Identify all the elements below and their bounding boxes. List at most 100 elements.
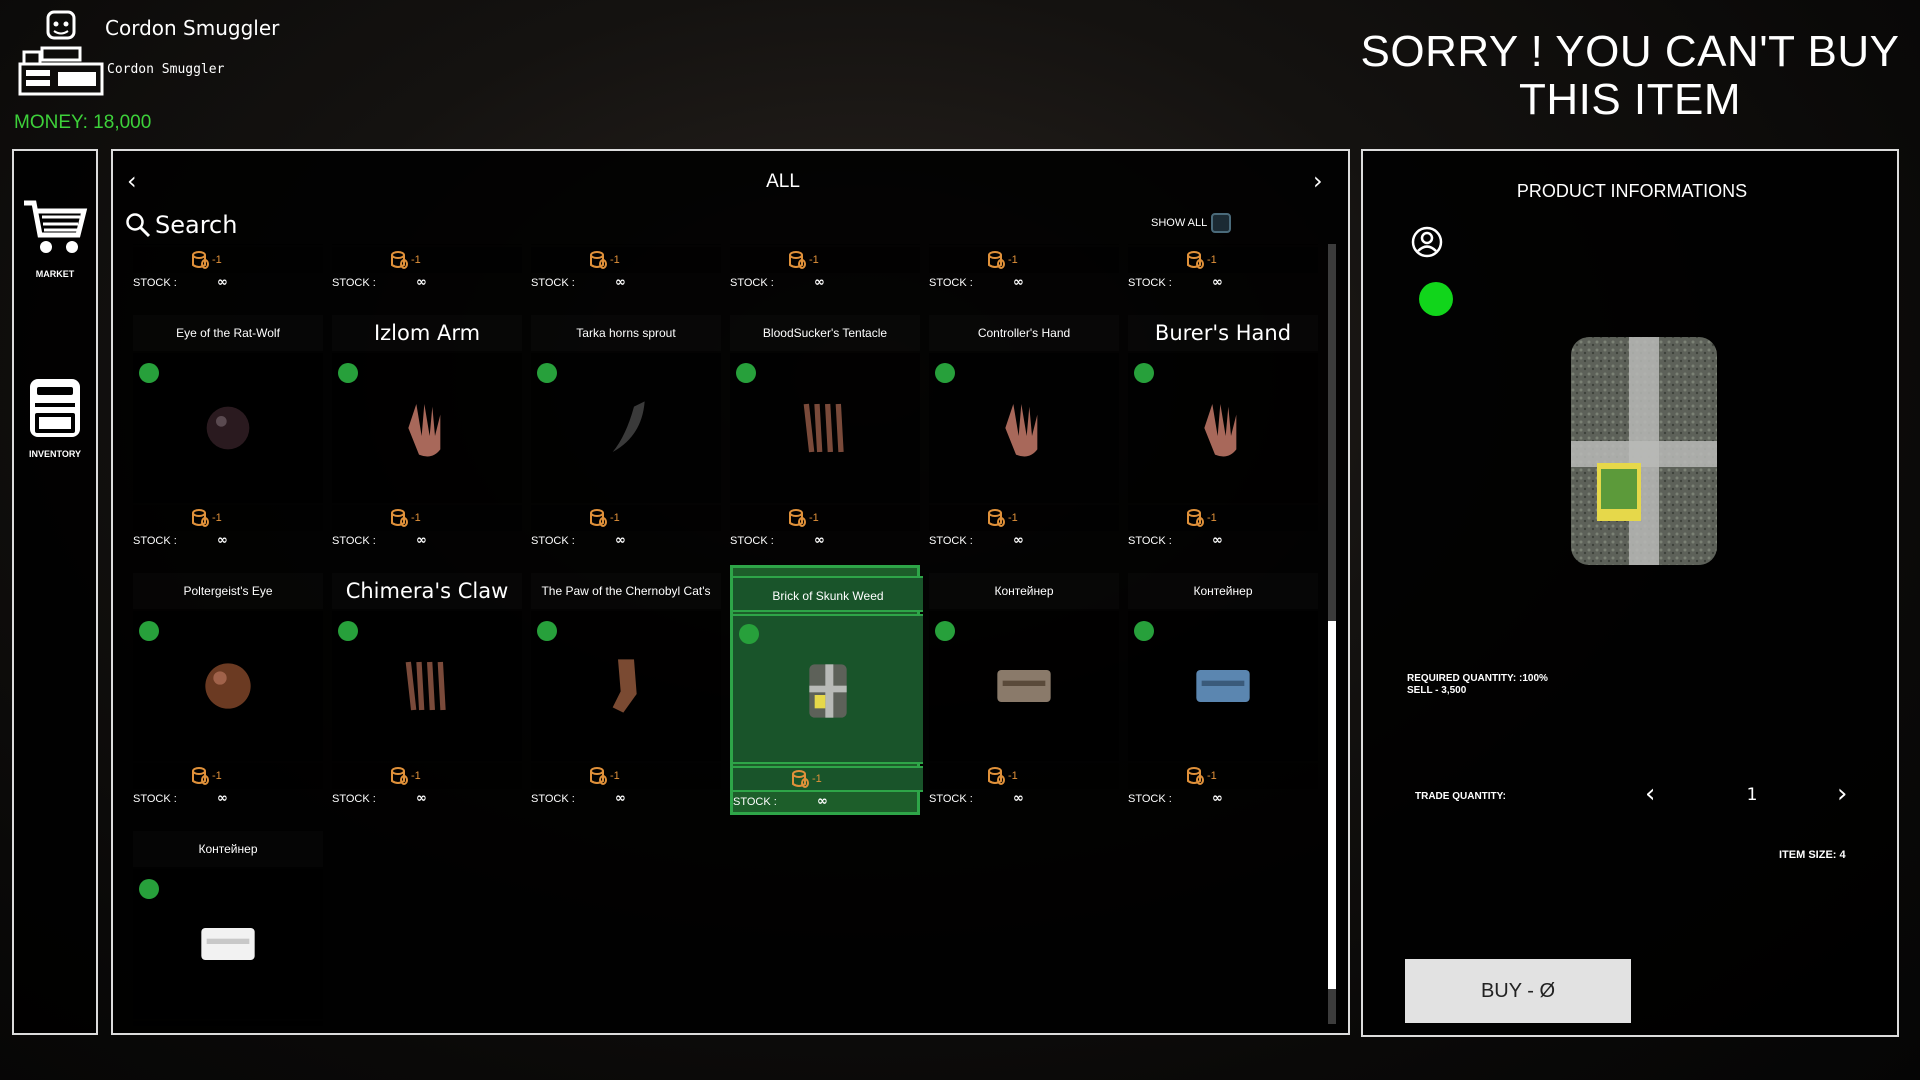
trade-quantity-label: TRADE QUANTITY: — [1415, 791, 1506, 802]
show-all-checkbox[interactable] — [1211, 213, 1232, 233]
item-image-area — [332, 244, 522, 245]
quantity-decrease-button[interactable]: ‹ — [1645, 779, 1655, 809]
item-image-area — [1128, 353, 1318, 503]
stock-label: STOCK : — [730, 277, 774, 289]
item-card[interactable]: The Paw of the Chernobyl Cat's -1 STOCK : ∞ — [531, 565, 721, 815]
item-image-area — [733, 614, 923, 764]
paw-icon — [612, 659, 637, 713]
price-bar — [531, 763, 721, 789]
availability-dot — [1134, 363, 1154, 383]
item-image-area — [133, 611, 323, 761]
price-bar — [133, 505, 323, 531]
item-card[interactable]: -1 STOCK : ∞ — [332, 244, 522, 299]
price-bar — [929, 763, 1119, 789]
item-card-selected[interactable]: Brick of Skunk Weed -1 STOCK : ∞ — [730, 565, 923, 815]
availability-dot — [139, 879, 159, 899]
item-name: Eye of the Rat-Wolf — [176, 326, 280, 340]
trader-subtitle: Cordon Smuggler — [107, 62, 225, 77]
availability-dot — [935, 363, 955, 383]
backpack-icon — [30, 379, 80, 437]
price-bar — [1128, 505, 1318, 531]
stock-value: ∞ — [416, 533, 427, 548]
item-image-area — [929, 353, 1119, 503]
item-card[interactable]: Poltergeist's Eye -1 STOCK : ∞ — [133, 565, 323, 815]
hand-icon — [408, 404, 441, 457]
coin-stack-icon — [391, 509, 408, 527]
item-card[interactable]: Izlom Arm -1 STOCK : ∞ — [332, 307, 522, 557]
required-quantity: REQUIRED QUANTITY: :100% — [1407, 673, 1548, 684]
crate-icon — [997, 670, 1051, 702]
price-bar — [332, 763, 522, 789]
search-label: Search — [155, 211, 238, 239]
item-price-value: -1 — [411, 254, 421, 266]
sidebar-item-label: MARKET — [35, 269, 75, 279]
item-price-value: -1 — [212, 254, 222, 266]
item-name: Burer's Hand — [1154, 321, 1292, 345]
stock-value: ∞ — [416, 791, 427, 806]
item-price-value: -1 — [1008, 254, 1018, 266]
stock-label: STOCK : — [332, 277, 376, 289]
item-card[interactable]: Tarka horns sprout -1 STOCK : ∞ — [531, 307, 721, 557]
item-price-value: -1 — [610, 770, 620, 782]
item-card[interactable]: BloodSucker's Tentacle -1 STOCK : ∞ — [730, 307, 920, 557]
item-image-area — [1128, 244, 1318, 245]
price-bar — [133, 247, 323, 273]
search-input[interactable]: Search — [125, 211, 237, 239]
stock-value: ∞ — [1013, 533, 1024, 548]
item-card[interactable]: -1 STOCK : ∞ — [929, 244, 1119, 299]
stock-value: ∞ — [1212, 791, 1223, 806]
availability-dot — [338, 363, 358, 383]
availability-dot — [739, 624, 759, 644]
show-all-toggle[interactable]: SHOW ALL — [1151, 213, 1232, 233]
item-price: -1 — [791, 769, 822, 789]
category-next-button[interactable]: › — [1313, 167, 1323, 195]
claw-icon — [803, 403, 844, 453]
item-card[interactable]: Eye of the Rat-Wolf -1 STOCK : ∞ — [133, 307, 323, 557]
item-image-area — [730, 353, 920, 503]
item-price: -1 — [390, 508, 421, 528]
item-card[interactable]: Контейнер — [133, 823, 323, 1026]
item-image-area — [133, 869, 323, 1019]
category-prev-button[interactable]: ‹ — [127, 167, 137, 195]
item-name: Poltergeist's Eye — [183, 584, 273, 598]
sidebar-item-inventory[interactable]: INVENTORY — [14, 373, 96, 459]
coin-stack-icon — [590, 767, 607, 785]
coin-stack-icon — [988, 767, 1005, 785]
stock-value: ∞ — [615, 275, 626, 290]
item-price: -1 — [788, 250, 819, 270]
item-price-value: -1 — [411, 770, 421, 782]
item-name: Izlom Arm — [373, 321, 481, 345]
stock-label: STOCK : — [133, 277, 177, 289]
item-card[interactable]: Burer's Hand -1 STOCK : ∞ — [1128, 307, 1318, 557]
item-price: -1 — [589, 508, 620, 528]
item-card[interactable]: Контейнер -1 STOCK : ∞ — [929, 565, 1119, 815]
item-price-value: -1 — [610, 254, 620, 266]
product-info-title: PRODUCT INFORMATIONS — [1516, 181, 1748, 201]
buy-button[interactable]: BUY - Ø — [1405, 959, 1631, 1023]
stock-label: STOCK : — [133, 793, 177, 805]
item-image-area — [1128, 611, 1318, 761]
trade-quantity-value: 1 — [1746, 785, 1758, 805]
item-name: Brick of Skunk Weed — [733, 576, 923, 612]
item-card[interactable]: Chimera's Claw -1 STOCK : ∞ — [332, 565, 522, 815]
sidebar-item-market[interactable]: MARKET — [14, 197, 96, 279]
availability-dot — [338, 621, 358, 641]
stock-label: STOCK : — [531, 535, 575, 547]
availability-dot — [139, 621, 159, 641]
item-price: -1 — [987, 766, 1018, 786]
availability-dot — [537, 363, 557, 383]
quantity-increase-button[interactable]: › — [1837, 779, 1847, 809]
money-display: MONEY: 18,000 — [14, 112, 152, 133]
item-card[interactable]: -1 STOCK : ∞ — [730, 244, 920, 299]
item-image-area — [531, 353, 721, 503]
item-name: The Paw of the Chernobyl Cat's — [541, 584, 711, 598]
item-card[interactable]: Controller's Hand -1 STOCK : ∞ — [929, 307, 1119, 557]
item-card[interactable]: Контейнер -1 STOCK : ∞ — [1128, 565, 1318, 815]
item-card[interactable]: -1 STOCK : ∞ — [1128, 244, 1318, 299]
item-card[interactable]: -1 STOCK : ∞ — [133, 244, 323, 299]
price-bar — [1128, 247, 1318, 273]
scrollbar-thumb[interactable] — [1328, 621, 1336, 989]
price-bar — [531, 247, 721, 273]
item-card[interactable]: -1 STOCK : ∞ — [531, 244, 721, 299]
stock-label: STOCK : — [929, 277, 973, 289]
